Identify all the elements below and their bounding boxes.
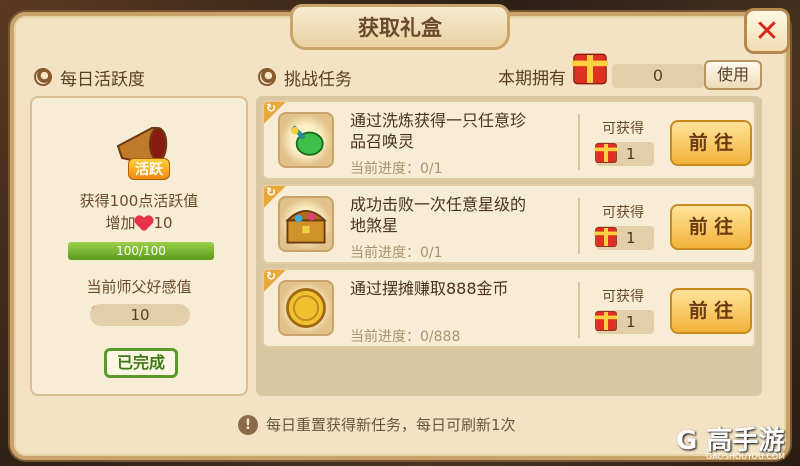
go-button[interactable]: 前 往 bbox=[670, 120, 752, 166]
favor-label: 当前师父好感值 bbox=[86, 278, 192, 296]
task-progress: 当前进度：0/1 bbox=[350, 245, 443, 261]
owned-label: 本期拥有 bbox=[498, 69, 566, 89]
divider bbox=[578, 198, 580, 254]
task-title: 通过摆摊赚取888金币 bbox=[350, 279, 509, 298]
task-row: ↻ 通过洗炼获得一只任意珍品召唤灵 当前进度：0/1 可获得 1 前 往 bbox=[262, 100, 756, 180]
owned-count: 0 bbox=[612, 64, 704, 88]
info-icon: ! bbox=[238, 414, 258, 435]
gold-coin-icon bbox=[278, 280, 334, 336]
daily-activity-panel: 活跃 获得100点活跃值 增加 10 100/100 当前师父好感值 10 已完成 bbox=[30, 96, 248, 396]
activity-progress-bar: 100/100 bbox=[68, 242, 214, 260]
daily-activity-header: 每日活跃度 bbox=[34, 64, 145, 90]
divider bbox=[578, 114, 580, 170]
gift-box-icon bbox=[594, 311, 618, 331]
active-badge: 活跃 bbox=[128, 158, 170, 180]
task-title: 通过洗炼获得一只任意珍品召唤灵 bbox=[350, 111, 527, 151]
favor-increase-text: 增加 10 bbox=[32, 212, 246, 233]
footer-notice: ! 每日重置获得新任务，每日可刷新1次 bbox=[238, 414, 516, 435]
favor-value: 10 bbox=[90, 304, 190, 326]
activity-progress-label: 100/100 bbox=[116, 244, 166, 258]
challenge-tasks-title: 挑战任务 bbox=[284, 69, 352, 90]
gift-box-icon bbox=[571, 53, 609, 85]
reward-label: 可获得 bbox=[602, 205, 644, 221]
reward-label: 可获得 bbox=[602, 121, 644, 137]
close-button[interactable]: ✕ bbox=[744, 8, 790, 54]
favor-increase-value: 10 bbox=[153, 214, 173, 232]
challenge-tasks-header: 挑战任务 bbox=[258, 64, 352, 90]
task-row: ↻ 成功击败一次任意星级的地煞星 当前进度：0/1 可获得 1 前 往 bbox=[262, 184, 756, 264]
heart-icon bbox=[135, 216, 153, 232]
activity-reward-text: 获得100点活跃值 bbox=[79, 192, 199, 210]
divider bbox=[578, 282, 580, 338]
reward-box: 1 bbox=[594, 310, 654, 334]
reward-box: 1 bbox=[594, 226, 654, 250]
watermark-url: GAOSHOUYOU.COM bbox=[706, 452, 786, 461]
reward-box: 1 bbox=[594, 142, 654, 166]
reward-count: 1 bbox=[626, 313, 636, 331]
reward-count: 1 bbox=[626, 229, 636, 247]
task-row: ↻ 通过摆摊赚取888金币 当前进度：0/888 可获得 1 前 往 bbox=[262, 268, 756, 348]
reward-label: 可获得 bbox=[602, 289, 644, 305]
daily-activity-title: 每日活跃度 bbox=[60, 69, 145, 90]
reward-count: 1 bbox=[626, 145, 636, 163]
task-title: 成功击败一次任意星级的地煞星 bbox=[350, 195, 527, 235]
potion-icon bbox=[278, 112, 334, 168]
use-button[interactable]: 使用 bbox=[704, 60, 762, 90]
swirl-icon bbox=[34, 68, 52, 86]
gift-box-icon bbox=[594, 227, 618, 247]
footer-text: 每日重置获得新任务，每日可刷新1次 bbox=[266, 416, 516, 434]
gift-box-icon bbox=[594, 143, 618, 163]
go-button[interactable]: 前 往 bbox=[670, 204, 752, 250]
completed-button[interactable]: 已完成 bbox=[104, 348, 178, 378]
favor-increase-prefix: 增加 bbox=[105, 214, 136, 232]
dialog-title-text: 获取礼盒 bbox=[358, 16, 442, 40]
task-progress: 当前进度：0/1 bbox=[350, 161, 443, 177]
dialog-title: 获取礼盒 bbox=[290, 4, 510, 50]
treasure-chest-icon bbox=[278, 196, 334, 252]
close-icon: ✕ bbox=[754, 13, 780, 49]
swirl-icon bbox=[258, 68, 276, 86]
task-list: ↻ 通过洗炼获得一只任意珍品召唤灵 当前进度：0/1 可获得 1 前 往 ↻ 成… bbox=[256, 96, 762, 396]
go-button[interactable]: 前 往 bbox=[670, 288, 752, 334]
task-progress: 当前进度：0/888 bbox=[350, 329, 461, 345]
